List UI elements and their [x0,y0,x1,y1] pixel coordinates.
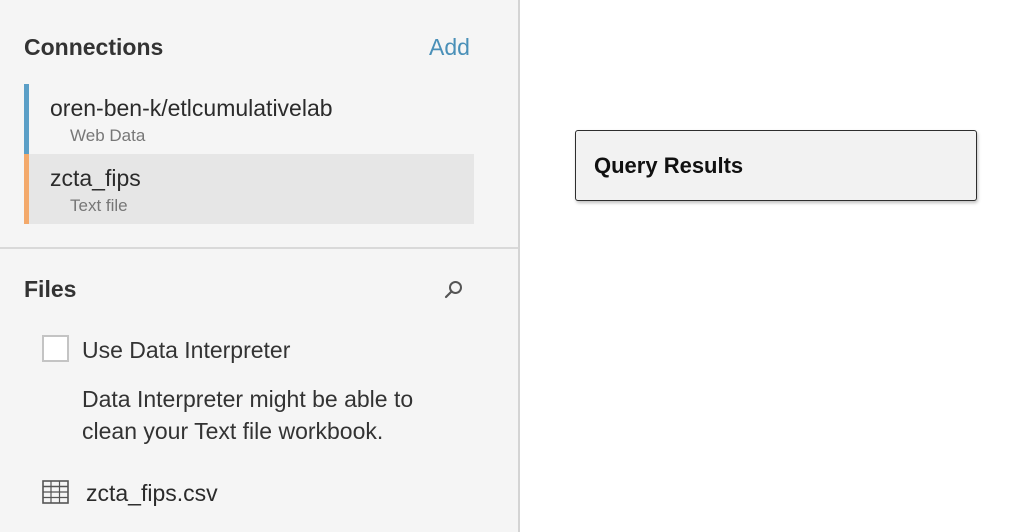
connection-type: Text file [70,196,128,215]
connection-item-zcta-fips[interactable]: zcta_fips Text file [24,154,474,224]
files-heading: Files [24,276,77,302]
connection-name: oren-ben-k/etlcumulativelab [50,95,333,121]
section-divider [0,247,518,249]
connection-type: Web Data [70,126,146,145]
connection-name: zcta_fips [50,165,141,191]
connection-color-bar [24,84,29,154]
query-results-panel[interactable]: Query Results [575,130,977,201]
connections-heading: Connections [24,34,164,60]
data-interpreter-description: Data Interpreter might be able to clean … [82,386,414,444]
data-source-sidebar: Connections Add oren-ben-k/etlcumulative… [0,0,520,532]
add-connection-link[interactable]: Add [429,34,470,61]
connection-item-etlcumulativelab[interactable]: oren-ben-k/etlcumulativelab Web Data [24,84,474,154]
table-icon [42,480,69,509]
query-results-title: Query Results [594,153,744,178]
connection-color-bar [24,154,29,224]
file-item-zcta-fips-csv[interactable]: zcta_fips.csv [86,480,218,507]
search-icon[interactable] [443,279,465,306]
use-data-interpreter-checkbox[interactable] [42,335,69,362]
use-data-interpreter-label[interactable]: Use Data Interpreter [82,337,290,364]
